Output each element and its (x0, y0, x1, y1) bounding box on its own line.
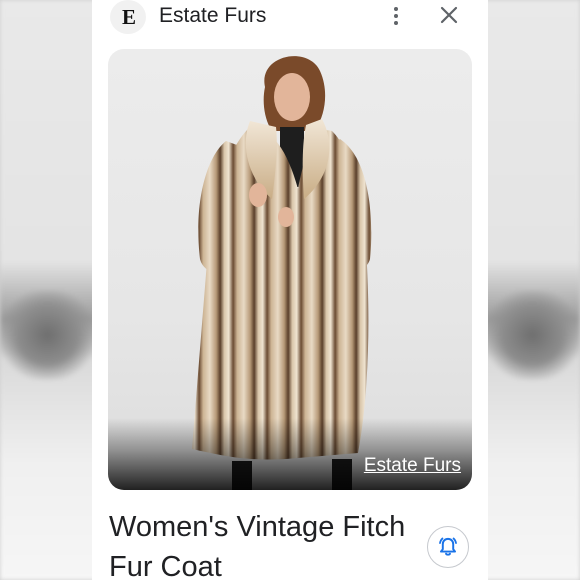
face-shape (274, 73, 310, 121)
background-blur-right (485, 290, 580, 380)
top-bar: E Estate Furs (92, 0, 488, 40)
more-vert-icon-dot (394, 14, 398, 18)
bell-alert-icon (439, 537, 457, 556)
close-button[interactable] (437, 3, 461, 27)
more-vert-icon-dot (394, 21, 398, 25)
site-logo[interactable]: E (110, 0, 146, 34)
more-vert-icon-dot (394, 7, 398, 11)
coat-sleeve-right (328, 139, 372, 271)
close-icon (440, 6, 458, 24)
hand-right (278, 207, 294, 227)
product-panel: E Estate Furs Estate Furs Women's Vintag… (92, 0, 488, 580)
product-image-card[interactable]: Estate Furs (108, 49, 472, 490)
image-gradient-overlay (108, 418, 472, 490)
product-title: Women's Vintage Fitch Fur Coat (109, 511, 406, 580)
price-alert-button[interactable] (427, 526, 469, 568)
site-name[interactable]: Estate Furs (159, 4, 266, 28)
hand-left (249, 183, 267, 207)
more-options-button[interactable] (385, 2, 407, 30)
image-source-link[interactable]: Estate Furs (364, 455, 461, 477)
background-blur-left (0, 290, 95, 380)
site-logo-letter: E (121, 4, 136, 29)
